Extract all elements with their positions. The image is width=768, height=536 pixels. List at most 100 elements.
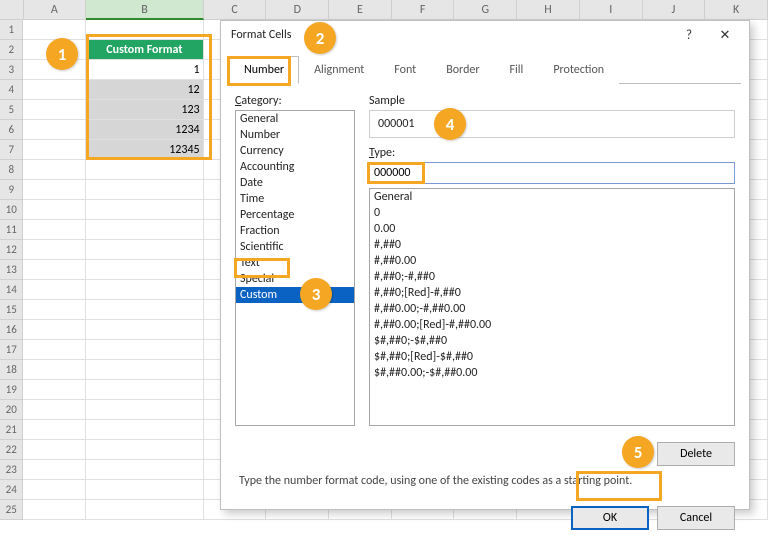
cell[interactable] (86, 260, 203, 280)
cell[interactable] (23, 320, 86, 340)
type-list-item[interactable]: #,##0.00;[Red]-#,##0.00 (370, 317, 734, 333)
type-list-item[interactable]: #,##0.00 (370, 253, 734, 269)
column-header[interactable]: I (580, 0, 643, 20)
cell[interactable] (86, 340, 203, 360)
row-header[interactable]: 11 (0, 220, 23, 240)
category-item[interactable]: Percentage (236, 207, 354, 223)
category-item[interactable]: Fraction (236, 223, 354, 239)
tab-alignment[interactable]: Alignment (299, 56, 379, 84)
tab-protection[interactable]: Protection (538, 56, 619, 84)
cell[interactable]: Custom Format (86, 40, 203, 60)
cell[interactable] (86, 460, 203, 480)
row-header[interactable]: 21 (0, 420, 23, 440)
category-item[interactable]: Scientific (236, 239, 354, 255)
type-list-item[interactable]: $#,##0;[Red]-$#,##0 (370, 349, 734, 365)
cell[interactable] (23, 200, 86, 220)
type-list-item[interactable]: $#,##0.00;-$#,##0.00 (370, 365, 734, 381)
type-input[interactable] (369, 162, 735, 184)
row-header[interactable]: 4 (0, 80, 23, 100)
row-header[interactable]: 17 (0, 340, 23, 360)
cell[interactable] (23, 160, 86, 180)
cell[interactable] (86, 480, 203, 500)
type-list[interactable]: General00.00#,##0#,##0.00#,##0;-#,##0#,#… (369, 188, 735, 426)
row-header[interactable]: 9 (0, 180, 23, 200)
category-item[interactable]: Special (236, 271, 354, 287)
cell[interactable]: 1 (86, 60, 203, 80)
cell[interactable] (23, 480, 86, 500)
category-item[interactable]: General (236, 111, 354, 127)
cell[interactable] (23, 500, 86, 520)
row-header[interactable]: 12 (0, 240, 23, 260)
cell[interactable] (23, 280, 86, 300)
column-header[interactable]: A (24, 0, 87, 20)
cell[interactable] (23, 100, 86, 120)
type-list-item[interactable]: #,##0.00;-#,##0.00 (370, 301, 734, 317)
row-header[interactable]: 23 (0, 460, 23, 480)
column-header[interactable]: E (329, 0, 392, 20)
delete-button[interactable]: Delete (657, 442, 735, 466)
cell[interactable] (86, 160, 203, 180)
column-header[interactable]: H (517, 0, 580, 20)
type-list-item[interactable]: #,##0;-#,##0 (370, 269, 734, 285)
column-header[interactable]: F (392, 0, 455, 20)
row-header[interactable]: 24 (0, 480, 23, 500)
type-list-item[interactable]: $#,##0;-$#,##0 (370, 333, 734, 349)
tab-fill[interactable]: Fill (495, 56, 539, 84)
row-header[interactable]: 2 (0, 40, 23, 60)
close-button[interactable]: ✕ (707, 23, 743, 47)
column-header[interactable]: K (705, 0, 768, 20)
type-list-item[interactable]: #,##0;[Red]-#,##0 (370, 285, 734, 301)
category-item[interactable]: Time (236, 191, 354, 207)
cell[interactable] (23, 240, 86, 260)
cell[interactable] (86, 420, 203, 440)
category-item[interactable]: Accounting (236, 159, 354, 175)
cell[interactable] (23, 20, 86, 40)
cell[interactable] (23, 340, 86, 360)
cell[interactable] (86, 400, 203, 420)
cell[interactable] (86, 380, 203, 400)
type-list-item[interactable]: #,##0 (370, 237, 734, 253)
column-header[interactable]: C (204, 0, 267, 20)
row-header[interactable]: 7 (0, 140, 23, 160)
tab-border[interactable]: Border (431, 56, 494, 84)
category-item[interactable]: Text (236, 255, 354, 271)
cell[interactable] (86, 280, 203, 300)
tab-number[interactable]: Number (229, 56, 299, 84)
cell[interactable] (23, 220, 86, 240)
cell[interactable] (23, 140, 86, 160)
row-header[interactable]: 25 (0, 500, 23, 520)
column-header[interactable]: B (86, 0, 204, 20)
row-header[interactable]: 5 (0, 100, 23, 120)
cell[interactable] (86, 200, 203, 220)
cell[interactable] (86, 220, 203, 240)
cell[interactable]: 1234 (86, 120, 203, 140)
category-item[interactable]: Date (236, 175, 354, 191)
cell[interactable] (86, 320, 203, 340)
cell[interactable] (86, 180, 203, 200)
help-button[interactable]: ? (671, 23, 707, 47)
row-header[interactable]: 18 (0, 360, 23, 380)
row-header[interactable]: 20 (0, 400, 23, 420)
cell[interactable] (23, 120, 86, 140)
cell[interactable] (23, 300, 86, 320)
cell[interactable] (23, 460, 86, 480)
ok-button[interactable]: OK (571, 506, 649, 530)
cell[interactable]: 12 (86, 80, 203, 100)
column-header[interactable]: G (454, 0, 517, 20)
cell[interactable]: 12345 (86, 140, 203, 160)
type-list-item[interactable]: General (370, 189, 734, 205)
row-header[interactable]: 16 (0, 320, 23, 340)
row-header[interactable]: 6 (0, 120, 23, 140)
cell[interactable]: 123 (86, 100, 203, 120)
row-header[interactable]: 8 (0, 160, 23, 180)
cell[interactable] (23, 180, 86, 200)
category-list[interactable]: GeneralNumberCurrencyAccountingDateTimeP… (235, 110, 355, 426)
cell[interactable] (23, 360, 86, 380)
row-header[interactable]: 1 (0, 20, 23, 40)
column-header[interactable]: J (643, 0, 706, 20)
cancel-button[interactable]: Cancel (657, 506, 735, 530)
tab-font[interactable]: Font (379, 56, 431, 84)
category-item[interactable]: Number (236, 127, 354, 143)
row-header[interactable]: 14 (0, 280, 23, 300)
cell[interactable] (86, 20, 203, 40)
